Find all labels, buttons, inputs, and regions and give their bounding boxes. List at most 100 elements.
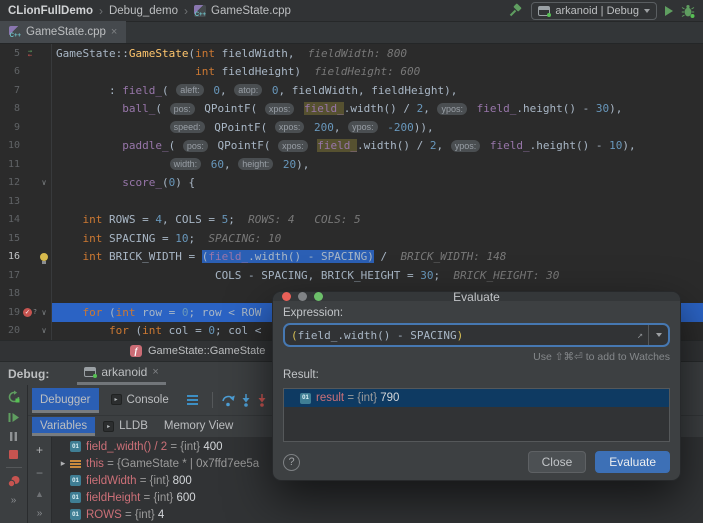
fold-marker-icon[interactable]: ∨ xyxy=(38,326,50,335)
intention-bulb-icon[interactable] xyxy=(38,252,50,264)
line-number[interactable]: 10 xyxy=(0,140,22,151)
tab-memory-view[interactable]: Memory View xyxy=(156,417,241,436)
line-number[interactable]: 11 xyxy=(0,159,22,170)
step-over-icon[interactable] xyxy=(221,393,236,407)
breadcrumb-folder[interactable]: Debug_demo xyxy=(109,5,178,17)
line-number[interactable]: 20 xyxy=(0,325,22,336)
resume-icon[interactable] xyxy=(7,411,20,424)
parameter-hint-pill: pos: xyxy=(169,102,195,115)
code-line-text[interactable]: speed: QPointF( xpos: 200, ypos: -200)), xyxy=(52,118,703,137)
evaluate-button[interactable]: Evaluate xyxy=(595,451,670,473)
remove-watch-icon[interactable]: − xyxy=(36,466,43,480)
line-number[interactable]: 14 xyxy=(0,214,22,225)
breakpoint-icon[interactable]: ✓? xyxy=(22,307,38,317)
code-line-text[interactable]: ball_( pos: QPointF( xpos: field_ .width(… xyxy=(52,100,703,119)
breadcrumb-function[interactable]: GameState::GameState xyxy=(148,345,265,357)
fold-marker-icon[interactable]: ∨ xyxy=(38,178,50,187)
variable-row[interactable]: 01 fieldHeight = {int} 600 xyxy=(52,489,703,506)
breadcrumb-project[interactable]: CLionFullDemo xyxy=(8,5,93,17)
code-line-text[interactable]: int ROWS = 4, COLS = 5; ROWS: 4 COLS: 5 xyxy=(52,211,703,230)
more-icon[interactable]: » xyxy=(37,508,43,519)
tab-console-label: Console xyxy=(126,393,169,406)
code-line-text[interactable]: int BRICK_WIDTH = (field_ .width() - SPAC… xyxy=(52,248,703,267)
result-type: = {int} xyxy=(344,392,381,404)
debug-bug-icon[interactable] xyxy=(681,4,695,18)
result-row[interactable]: 01 result = {int} 790 xyxy=(284,389,669,407)
code-line-text[interactable]: int SPACING = 10; SPACING: 10 xyxy=(52,229,703,248)
breadcrumb-file[interactable]: GameState.cpp xyxy=(211,5,291,17)
code-line-text[interactable]: int fieldHeight) fieldHeight: 600 xyxy=(52,63,703,82)
variable-row[interactable]: 01 ROWS = {int} 4 xyxy=(52,506,703,523)
tab-variables[interactable]: Variables xyxy=(32,417,96,436)
variable-name: this xyxy=(86,457,104,470)
line-number[interactable]: 16 xyxy=(0,251,22,262)
line-number[interactable]: 9 xyxy=(0,122,22,133)
view-options-icon[interactable] xyxy=(186,395,198,405)
run-config-selector[interactable]: arkanoid | Debug xyxy=(531,1,657,20)
tab-gamestate-cpp[interactable]: C++ GameState.cpp × xyxy=(0,21,127,43)
line-number[interactable]: 8 xyxy=(0,103,22,114)
code-line-text[interactable]: paddle_( pos: QPointF( xpos: field_ .widt… xyxy=(52,137,703,156)
more-icon[interactable]: » xyxy=(11,495,17,506)
evaluate-dialog: Evaluate Expression: (field_.width() - S… xyxy=(272,290,681,481)
code-token: 10 xyxy=(609,139,623,153)
collapse-icon[interactable]: ▲ xyxy=(35,489,44,499)
rerun-icon[interactable] xyxy=(7,390,21,404)
close-icon[interactable]: × xyxy=(111,26,117,38)
line-number[interactable]: 6 xyxy=(0,66,22,77)
code-token: ( xyxy=(128,324,143,338)
code-token: row = xyxy=(135,305,182,319)
result-list[interactable]: 01 result = {int} 790 xyxy=(283,388,670,442)
help-button[interactable]: ? xyxy=(283,453,300,471)
code-line-text[interactable] xyxy=(52,192,703,211)
line-number[interactable]: 5 xyxy=(0,48,22,59)
code-line-text[interactable]: GameState:: GameState(int fieldWidth, fie… xyxy=(52,44,703,63)
close-icon[interactable]: × xyxy=(152,366,158,378)
line-number[interactable]: 15 xyxy=(0,233,22,244)
gutter: 6 xyxy=(0,62,52,81)
close-button[interactable]: Close xyxy=(527,451,587,473)
recursive-call-icon[interactable]: → ← xyxy=(22,48,38,59)
tab-lldb[interactable]: ▸ LLDB xyxy=(95,417,156,436)
expander-chevron-icon[interactable]: ▸ xyxy=(56,458,70,469)
view-breakpoints-icon[interactable] xyxy=(7,475,21,488)
add-watch-icon[interactable]: + xyxy=(36,443,43,457)
force-step-into-icon[interactable] xyxy=(256,393,268,407)
pause-icon[interactable] xyxy=(8,431,19,442)
line-number[interactable]: 19 xyxy=(0,307,22,318)
code-line: 16 int BRICK_WIDTH = (field_ .width() - S… xyxy=(0,247,703,267)
build-hammer-icon[interactable] xyxy=(508,3,523,18)
expand-editor-icon[interactable]: ↗ xyxy=(632,330,648,341)
line-number[interactable]: 18 xyxy=(0,288,22,299)
line-number[interactable]: 13 xyxy=(0,196,22,207)
gutter: 7 xyxy=(0,81,52,100)
tab-session-arkanoid[interactable]: arkanoid × xyxy=(77,363,166,385)
code-token: paddle_ xyxy=(122,139,169,153)
debug-label: Debug: xyxy=(8,367,50,381)
code-line-text[interactable]: width: 60, height: 20), xyxy=(52,155,703,174)
expression-input[interactable]: (field_.width() - SPACING) ↗ xyxy=(283,323,670,347)
step-into-icon[interactable] xyxy=(240,393,252,407)
tab-console[interactable]: ▸ Console xyxy=(103,388,177,413)
expression-history-dropdown[interactable] xyxy=(648,325,668,345)
tab-debugger[interactable]: Debugger xyxy=(32,387,99,413)
line-number[interactable]: 7 xyxy=(0,85,22,96)
parameter-hint-pill: xpos: xyxy=(274,121,305,134)
code-line: 15 int SPACING = 10; SPACING: 10 xyxy=(0,229,703,248)
run-button[interactable] xyxy=(665,5,673,16)
line-number[interactable]: 17 xyxy=(0,270,22,281)
gutter: 9 xyxy=(0,118,52,137)
stop-icon[interactable] xyxy=(8,449,19,460)
code-token: , fieldWidth, fieldHeight), xyxy=(278,83,458,97)
line-number[interactable]: 12 xyxy=(0,177,22,188)
code-line: 13 xyxy=(0,192,703,211)
code-token: .width() / xyxy=(356,139,430,153)
code-line-text[interactable]: COLS - SPACING, BRICK_HEIGHT = 30; BRICK… xyxy=(52,266,703,285)
dialog-title-bar[interactable]: Evaluate xyxy=(273,290,680,304)
fold-marker-icon[interactable]: ∨ xyxy=(38,308,50,317)
code-line-text[interactable]: score_(0) { xyxy=(52,174,703,193)
code-line-text[interactable]: : field_( aleft: 0, atop: 0, fieldWidth,… xyxy=(52,81,703,100)
